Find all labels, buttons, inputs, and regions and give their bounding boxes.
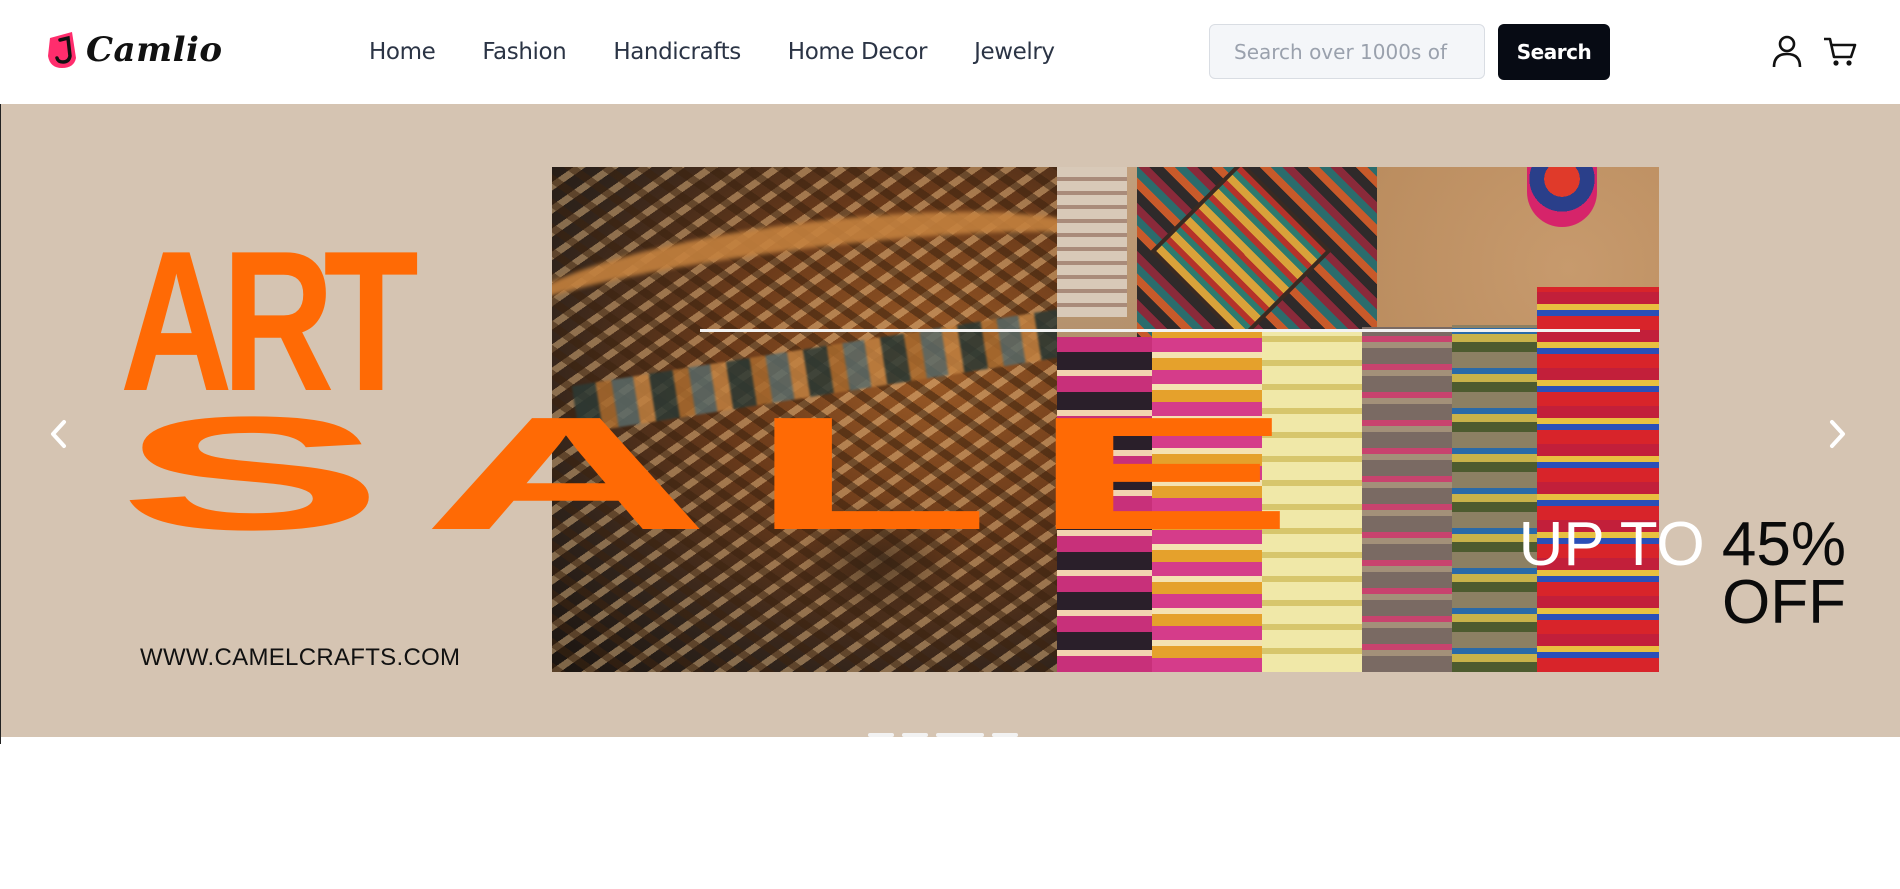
nav-item-jewelry[interactable]: Jewelry (974, 36, 1055, 68)
logo[interactable]: Camlio (42, 26, 223, 74)
nav-item-handicrafts[interactable]: Handicrafts (613, 36, 741, 68)
hanging-ornament (1527, 167, 1597, 227)
carousel-dot-active[interactable] (936, 733, 984, 737)
site-header: Camlio Home Fashion Handicrafts Home Dec… (0, 0, 1900, 105)
chevron-right-icon[interactable] (1822, 414, 1852, 454)
carousel-indicators (868, 733, 1018, 737)
search-button[interactable]: Search (1498, 24, 1610, 80)
nav-item-home[interactable]: Home (369, 36, 436, 68)
chevron-left-icon[interactable] (44, 414, 74, 454)
offer-prefix: UP TO (1518, 510, 1705, 579)
main-nav: Home Fashion Handicrafts Home Decor Jewe… (369, 36, 1055, 68)
garment-4 (1362, 327, 1462, 672)
tapestry-left (1057, 167, 1127, 317)
offer-off: OFF (1722, 568, 1846, 637)
carousel-dot[interactable] (992, 733, 1018, 737)
search-input[interactable] (1209, 24, 1485, 79)
logo-text: Camlio (86, 30, 223, 70)
user-icon[interactable] (1771, 34, 1803, 68)
carousel-dot[interactable] (902, 733, 928, 737)
logo-mark-icon (48, 32, 76, 68)
hero-left-border (0, 104, 1, 744)
nav-item-home-decor[interactable]: Home Decor (788, 36, 928, 68)
clothesline (700, 329, 1640, 332)
cart-icon[interactable] (1823, 36, 1857, 68)
website-url: WWW.CAMELCRAFTS.COM (140, 644, 461, 671)
nav-item-fashion[interactable]: Fashion (482, 36, 566, 68)
discount-offer: UP TO 45% OFF (1500, 514, 1846, 634)
carousel-dot[interactable] (868, 733, 894, 737)
headline-sale: SALE (118, 382, 1333, 564)
